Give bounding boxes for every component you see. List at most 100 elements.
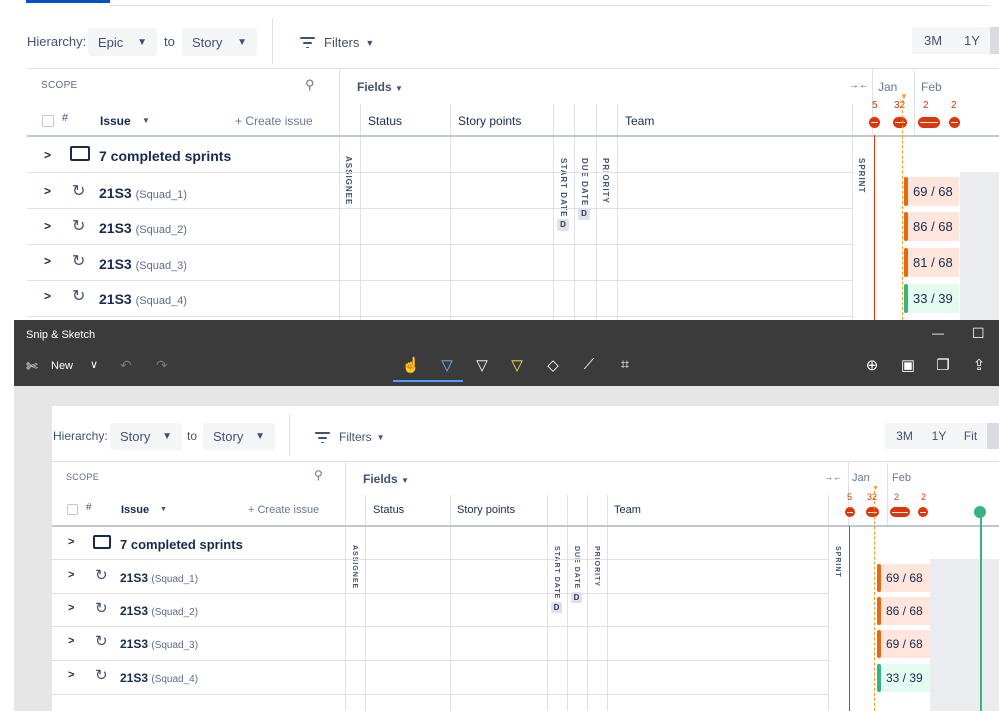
sprint-row-title[interactable]: 21S3 (Squad_4) xyxy=(120,671,198,685)
hierarchy-to-value: Story xyxy=(192,34,223,50)
capacity-badge[interactable]: 86 / 68 xyxy=(877,597,930,625)
hierarchy-to-value: Story xyxy=(213,429,244,444)
sprint-marker-icon[interactable] xyxy=(918,507,928,517)
search-icon[interactable]: ⚲ xyxy=(305,77,315,93)
redo-icon[interactable]: ↷ xyxy=(156,357,168,374)
sprint-row-title[interactable]: 21S3 (Squad_3) xyxy=(99,256,187,272)
capacity-badge[interactable]: 69 / 68 xyxy=(904,177,959,206)
collapse-fields-icon[interactable]: →← xyxy=(849,80,869,91)
chevron-down-icon[interactable]: ▼ xyxy=(142,116,150,125)
filters-label: Filters xyxy=(339,430,372,444)
filters-button[interactable]: Filters ▼ xyxy=(300,35,374,50)
capacity-badge[interactable]: 81 / 68 xyxy=(904,248,959,277)
collapse-fields-icon[interactable]: →← xyxy=(824,472,842,482)
highlighter-icon[interactable]: ▽ xyxy=(506,356,528,374)
create-issue-button[interactable]: + Create issue xyxy=(235,114,313,128)
expand-chevron-icon[interactable]: > xyxy=(44,254,51,268)
snip-canvas: Hierarchy: Story ▼ to Story ▼ Filters ▼ 3M … xyxy=(14,386,999,711)
expand-chevron-icon[interactable]: > xyxy=(68,602,74,614)
completed-sprints-row[interactable]: 7 completed sprints xyxy=(120,537,243,552)
col-story-points[interactable]: Story points xyxy=(458,114,521,128)
ruler-icon[interactable]: ⟋ xyxy=(578,356,600,373)
zoom-1y-button[interactable]: 1Y xyxy=(954,27,990,54)
milestone-marker-icon[interactable] xyxy=(974,506,986,518)
minimize-button[interactable]: — xyxy=(932,326,944,340)
share-icon[interactable]: ⇪ xyxy=(968,356,990,374)
capacity-badge[interactable]: 69 / 68 xyxy=(877,564,930,592)
col-team[interactable]: Team xyxy=(614,504,641,516)
undo-icon[interactable]: ↶ xyxy=(120,357,132,374)
fields-button[interactable]: Fields ▼ xyxy=(357,80,403,94)
sprint-row-title[interactable]: 21S3 (Squad_2) xyxy=(99,220,187,236)
create-issue-button[interactable]: + Create issue xyxy=(248,504,319,516)
sprint-marker-icon[interactable] xyxy=(845,507,855,517)
sprint-marker-icon[interactable] xyxy=(866,507,879,517)
completed-sprints-row[interactable]: 7 completed sprints xyxy=(99,148,231,164)
sprint-marker-icon[interactable] xyxy=(890,507,910,517)
snip-icon[interactable]: ✄ xyxy=(26,358,38,375)
touch-writing-icon[interactable]: ☝ xyxy=(400,356,422,374)
sprint-row-title[interactable]: 21S3 (Squad_1) xyxy=(120,571,198,585)
zoom-next-button[interactable] xyxy=(987,423,999,449)
expand-chevron-icon[interactable]: > xyxy=(68,669,74,681)
search-icon[interactable]: ⚲ xyxy=(314,468,323,482)
eraser-icon[interactable]: ◇ xyxy=(542,356,564,374)
copy-icon[interactable]: ❐ xyxy=(932,356,954,374)
pencil-icon[interactable]: ▽ xyxy=(471,356,493,374)
ballpoint-pen-icon[interactable]: ▽ xyxy=(436,356,458,374)
sprint-marker-icon[interactable] xyxy=(893,117,907,128)
zoom-fit-button[interactable]: Fit xyxy=(954,423,987,449)
crop-icon[interactable]: ⌗ xyxy=(614,356,636,373)
hierarchy-from-select[interactable]: Story ▼ xyxy=(110,423,182,450)
chevron-down-icon[interactable]: ∨ xyxy=(90,358,98,371)
capacity-badge[interactable]: 33 / 39 xyxy=(904,284,959,313)
sprint-icon: ↻ xyxy=(95,633,108,650)
col-story-points[interactable]: Story points xyxy=(457,504,515,516)
issue-header[interactable]: Issue xyxy=(121,504,149,516)
expand-chevron-icon[interactable]: > xyxy=(68,635,74,647)
capacity-badge[interactable]: 69 / 68 xyxy=(877,630,930,658)
zoom-3m-button[interactable]: 3M xyxy=(885,423,924,449)
col-team[interactable]: Team xyxy=(625,114,654,128)
hierarchy-to-select[interactable]: Story ▼ xyxy=(203,423,275,450)
zoom-next-button[interactable] xyxy=(990,27,999,54)
expand-chevron-icon[interactable]: > xyxy=(68,569,74,581)
hierarchy-to-select[interactable]: Story ▼ xyxy=(182,28,257,56)
sprint-marker-icon[interactable] xyxy=(918,117,940,128)
select-all-checkbox[interactable] xyxy=(67,504,78,515)
select-all-checkbox[interactable] xyxy=(42,115,54,127)
zoom-3m-button[interactable]: 3M xyxy=(912,27,954,54)
sprint-row-title[interactable]: 21S3 (Squad_3) xyxy=(120,637,198,651)
capacity-badge[interactable]: 86 / 68 xyxy=(904,212,959,241)
hierarchy-from-select[interactable]: Epic ▼ xyxy=(88,28,157,56)
fields-button[interactable]: Fields ▼ xyxy=(363,472,409,486)
save-icon[interactable]: ▣ xyxy=(897,356,919,374)
capacity-badge[interactable]: 33 / 39 xyxy=(877,664,930,692)
squad-name: (Squad_2) xyxy=(135,224,187,236)
expand-chevron-icon[interactable]: > xyxy=(44,148,51,162)
capacity-value: 33 / 39 xyxy=(886,671,923,685)
chevron-down-icon: ▼ xyxy=(401,476,409,485)
sprint-marker-icon[interactable] xyxy=(949,117,960,128)
zoom-1y-button[interactable]: 1Y xyxy=(924,423,954,449)
expand-chevron-icon[interactable]: > xyxy=(44,184,51,198)
sprint-row-title[interactable]: 21S3 (Squad_4) xyxy=(99,291,187,307)
maximize-button[interactable]: ☐ xyxy=(972,325,985,342)
chevron-down-icon[interactable]: ▼ xyxy=(160,506,167,513)
expand-chevron-icon[interactable]: > xyxy=(44,219,51,233)
issue-header[interactable]: Issue xyxy=(100,114,131,128)
sprint-marker-icon[interactable] xyxy=(869,117,880,128)
marker-count: 2 xyxy=(951,100,957,111)
capacity-indicator xyxy=(877,664,881,692)
sprint-row-title[interactable]: 21S3 (Squad_1) xyxy=(99,185,187,201)
expand-chevron-icon[interactable]: > xyxy=(68,536,74,548)
new-button[interactable]: New xyxy=(51,360,73,372)
sprint-row-title[interactable]: 21S3 (Squad_2) xyxy=(120,604,198,618)
header-top-border xyxy=(27,68,999,69)
expand-chevron-icon[interactable]: > xyxy=(44,289,51,303)
filters-button[interactable]: Filters ▼ xyxy=(315,430,385,444)
col-status[interactable]: Status xyxy=(373,504,404,516)
zoom-icon[interactable]: ⊕ xyxy=(861,356,883,374)
date-badge: D xyxy=(557,219,569,231)
col-status[interactable]: Status xyxy=(368,114,402,128)
